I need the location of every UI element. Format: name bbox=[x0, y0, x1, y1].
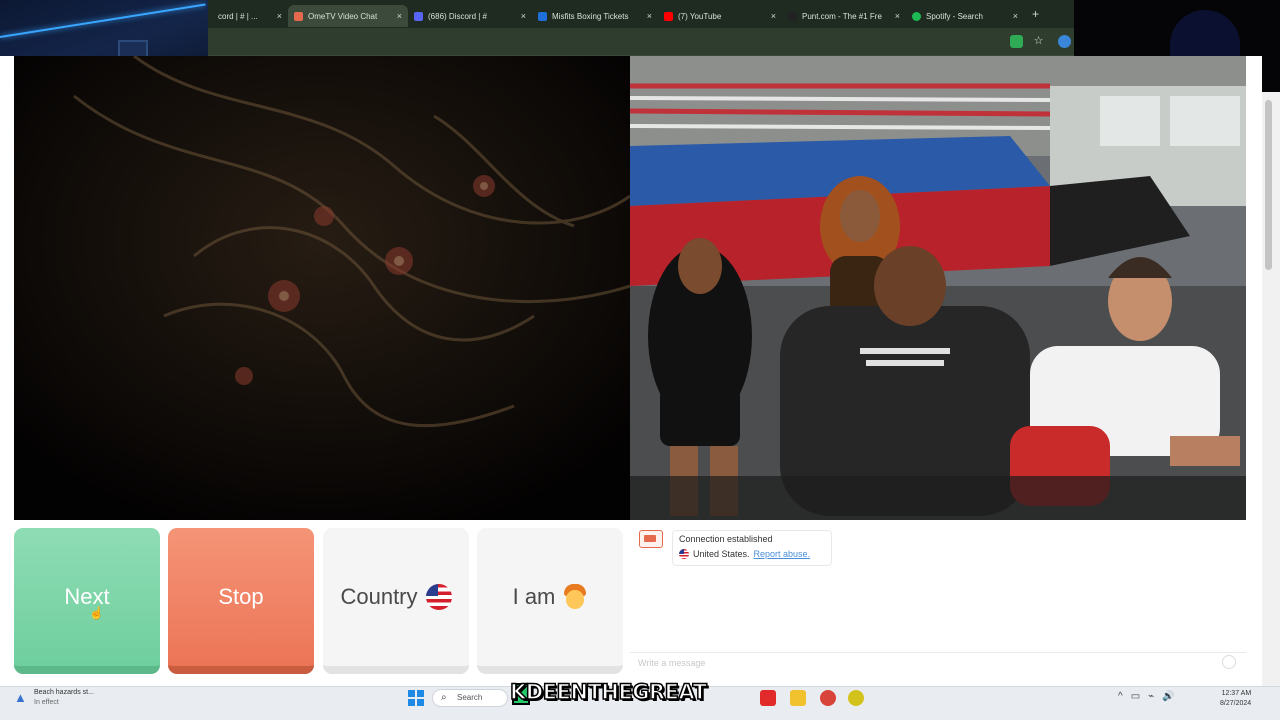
remote-video bbox=[630, 56, 1246, 520]
report-abuse-link[interactable]: Report abuse. bbox=[754, 549, 811, 559]
tab-label: Punt.com - The #1 Fre bbox=[802, 11, 882, 21]
ometv-tv-icon bbox=[639, 530, 663, 548]
close-icon[interactable]: × bbox=[647, 11, 652, 21]
tab-label: Misfits Boxing Tickets bbox=[552, 11, 629, 21]
close-icon[interactable]: × bbox=[771, 11, 776, 21]
search-label: Search bbox=[457, 693, 483, 702]
streamer-watermark: KDEENTHEGREAT bbox=[509, 679, 707, 705]
hand-cursor-icon: ☝ bbox=[89, 606, 104, 620]
emoji-icon[interactable] bbox=[1222, 655, 1236, 669]
connection-status: Connection established bbox=[679, 534, 773, 544]
taskbar-clock[interactable]: 12:37 AM 8/27/2024 bbox=[1220, 689, 1251, 709]
file-explorer-icon[interactable] bbox=[790, 690, 806, 706]
stop-button[interactable]: Stop bbox=[168, 528, 314, 674]
clock-time: 12:37 AM bbox=[1221, 690, 1252, 697]
tab-discord-2[interactable]: (686) Discord | # × bbox=[408, 5, 532, 27]
chrome-icon[interactable] bbox=[820, 690, 836, 706]
app-icon[interactable] bbox=[848, 690, 864, 706]
new-tab-button[interactable]: + bbox=[1032, 7, 1039, 21]
remote-video-frame bbox=[630, 56, 1246, 520]
clock-date: 8/27/2024 bbox=[1220, 700, 1252, 707]
tab-label: cord | # | ... bbox=[218, 11, 258, 21]
taskbar-search[interactable]: ⌕ Search bbox=[432, 689, 508, 707]
country-label: Country bbox=[340, 584, 418, 609]
extension-icon[interactable] bbox=[1010, 35, 1023, 48]
led-strip bbox=[0, 3, 206, 38]
ometv-favicon-icon bbox=[294, 11, 303, 21]
tab-youtube[interactable]: (7) YouTube × bbox=[658, 5, 782, 27]
search-icon: ⌕ bbox=[441, 692, 447, 703]
close-icon[interactable]: × bbox=[277, 11, 282, 21]
misfits-favicon-icon bbox=[538, 11, 547, 21]
partner-country: United States. bbox=[693, 549, 750, 559]
close-icon[interactable]: × bbox=[1013, 11, 1018, 21]
tab-misfits[interactable]: Misfits Boxing Tickets × bbox=[532, 5, 658, 27]
warning-icon[interactable]: ▲ bbox=[14, 690, 28, 705]
scrollbar-thumb[interactable] bbox=[1265, 100, 1272, 270]
spotify-favicon-icon bbox=[912, 11, 921, 21]
tab-label: (7) YouTube bbox=[678, 11, 722, 21]
tab-spotify[interactable]: Spotify - Search × bbox=[906, 5, 1024, 27]
person-emoji-icon bbox=[563, 584, 587, 610]
tab-ometv[interactable]: OmeTV Video Chat × bbox=[288, 5, 408, 27]
tab-label: OmeTV Video Chat bbox=[308, 11, 378, 21]
bookmark-star-icon[interactable]: ☆ bbox=[1032, 35, 1045, 48]
weather-sub: In effect bbox=[34, 699, 59, 706]
local-video bbox=[14, 56, 630, 520]
browser-tabstrip: cord | # | ... × OmeTV Video Chat × (686… bbox=[208, 0, 1074, 28]
windows-start-icon[interactable] bbox=[408, 690, 424, 706]
weather-widget[interactable]: Beach hazards st... In effect bbox=[34, 688, 94, 708]
tab-discord-1[interactable]: cord | # | ... × bbox=[212, 5, 288, 27]
screen: cord | # | ... × OmeTV Video Chat × (686… bbox=[0, 0, 1280, 720]
iam-button[interactable]: I am bbox=[477, 528, 623, 674]
close-icon[interactable]: × bbox=[397, 11, 402, 21]
iam-label: I am bbox=[512, 584, 556, 609]
country-button[interactable]: Country bbox=[323, 528, 469, 674]
close-icon[interactable]: × bbox=[895, 11, 900, 21]
next-button[interactable]: Next bbox=[14, 528, 160, 674]
stop-label: Stop bbox=[218, 584, 264, 609]
discord-favicon-icon bbox=[414, 11, 423, 21]
country-line: United States. Report abuse. bbox=[679, 549, 825, 559]
punt-favicon-icon bbox=[788, 11, 797, 21]
tab-label: (686) Discord | # bbox=[428, 11, 487, 21]
us-flag-icon bbox=[425, 584, 452, 610]
us-flag-icon bbox=[679, 549, 689, 559]
browser-toolbar: ☆ bbox=[208, 28, 1074, 56]
tab-punt[interactable]: Punt.com - The #1 Fre × bbox=[782, 5, 906, 27]
message-input[interactable]: Write a message bbox=[630, 652, 1246, 674]
system-tray[interactable]: ^▭⌁🔊 bbox=[1118, 691, 1183, 702]
system-message: Connection established United States. Re… bbox=[672, 530, 832, 566]
close-icon[interactable]: × bbox=[521, 11, 526, 21]
weather-title: Beach hazards st... bbox=[34, 689, 94, 696]
profile-icon[interactable] bbox=[1058, 35, 1071, 48]
tab-label: Spotify - Search bbox=[926, 11, 983, 21]
youtube-favicon-icon bbox=[664, 11, 673, 21]
fabric-pattern bbox=[14, 56, 630, 520]
youtube-app-icon[interactable] bbox=[760, 690, 776, 706]
